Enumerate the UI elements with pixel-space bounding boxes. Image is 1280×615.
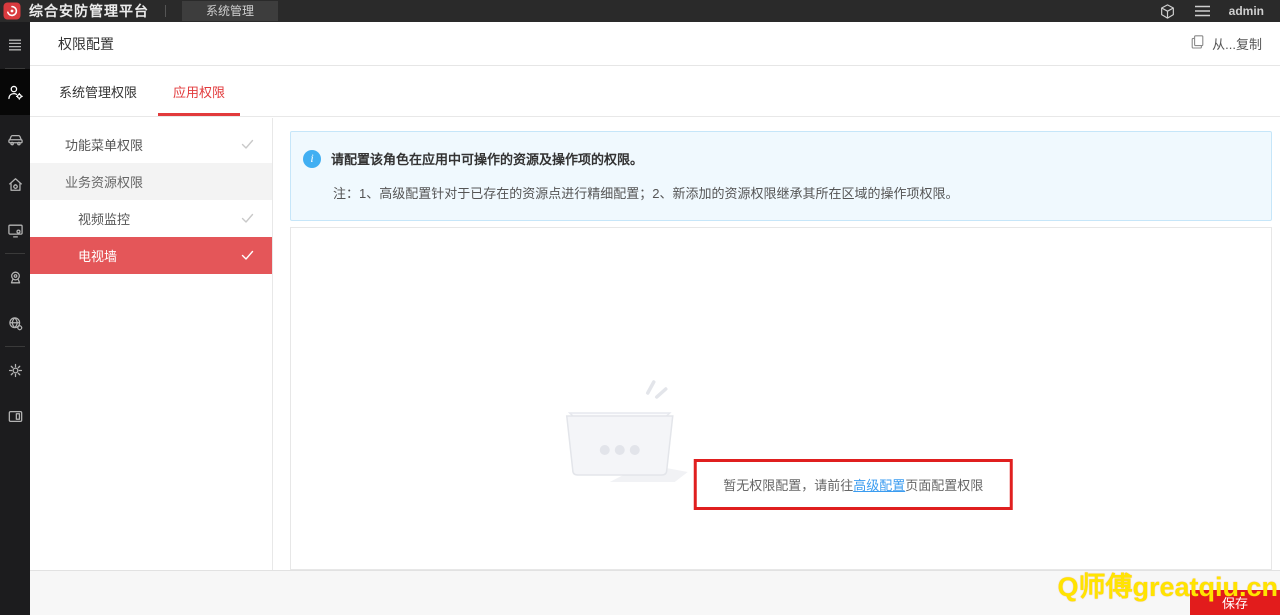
tree-item-label: 功能菜单权限 xyxy=(65,135,143,154)
empty-text-prefix: 暂无权限配置，请前往 xyxy=(723,478,853,493)
content-area: i 请配置该角色在应用中可操作的资源及操作项的权限。 注：1、高级配置针对于已存… xyxy=(273,118,1280,570)
rail-settings-gear-icon[interactable] xyxy=(0,347,30,393)
copy-from-label: 从...复制 xyxy=(1212,34,1262,53)
permission-tree: 功能菜单权限 业务资源权限 视频监控 电视墙 xyxy=(30,118,273,570)
tree-item-business-resource-permissions[interactable]: 业务资源权限 xyxy=(30,163,272,200)
copy-document-icon xyxy=(1190,34,1205,53)
topbar-divider xyxy=(165,5,166,17)
empty-text-suffix: 页面配置权限 xyxy=(905,478,983,493)
main-area: 权限配置 从...复制 系统管理权限 应用权限 功能菜单权限 xyxy=(30,22,1280,615)
rail-menu-list-icon[interactable] xyxy=(0,22,30,68)
permission-panel: 暂无权限配置，请前往高级配置页面配置权限 xyxy=(290,227,1272,570)
tree-item-video-surveillance[interactable]: 视频监控 xyxy=(30,200,272,237)
rail-home-config-icon[interactable] xyxy=(0,161,30,207)
body: 功能菜单权限 业务资源权限 视频监控 电视墙 xyxy=(30,118,1280,570)
empty-open-box-illustration xyxy=(550,477,694,494)
icon-rail xyxy=(0,22,30,615)
banner-message: 请配置该角色在应用中可操作的资源及操作项的权限。 xyxy=(331,149,643,168)
check-mark-icon xyxy=(241,250,254,261)
topbar-right: admin xyxy=(1159,3,1280,20)
tree-item-function-menu-permissions[interactable]: 功能菜单权限 xyxy=(30,126,272,163)
rail-network-config-icon[interactable] xyxy=(0,300,30,346)
copy-from-button[interactable]: 从...复制 xyxy=(1190,34,1262,53)
topbar: 综合安防管理平台 系统管理 admin xyxy=(0,0,1280,22)
annotation-highlight-empty-message: 暂无权限配置，请前往高级配置页面配置权限 xyxy=(694,459,1012,510)
user-menu[interactable]: admin xyxy=(1229,4,1264,18)
rail-camera-icon[interactable] xyxy=(0,254,30,300)
page-title: 权限配置 xyxy=(58,34,114,54)
info-banner: i 请配置该角色在应用中可操作的资源及操作项的权限。 注：1、高级配置针对于已存… xyxy=(290,131,1272,221)
rail-video-wall-icon[interactable] xyxy=(0,393,30,439)
rail-user-role-icon[interactable] xyxy=(0,69,30,115)
topbar-tab-system-management[interactable]: 系统管理 xyxy=(182,1,278,21)
save-button[interactable]: 保存 xyxy=(1190,590,1280,615)
cube-icon[interactable] xyxy=(1159,3,1176,20)
tree-item-label: 视频监控 xyxy=(78,209,130,228)
info-circle-icon: i xyxy=(303,150,321,168)
tab-application-permissions[interactable]: 应用权限 xyxy=(158,66,240,116)
hamburger-menu-icon[interactable] xyxy=(1194,4,1211,18)
check-mark-icon xyxy=(241,139,254,150)
tree-item-tv-wall[interactable]: 电视墙 xyxy=(30,237,272,274)
page-header: 权限配置 从...复制 xyxy=(30,22,1280,66)
app-title: 综合安防管理平台 xyxy=(29,1,149,21)
app-logo-icon xyxy=(3,2,21,20)
banner-note: 注：1、高级配置针对于已存在的资源点进行精细配置；2、新添加的资源权限继承其所在… xyxy=(333,183,1251,202)
rail-vehicle-icon[interactable] xyxy=(0,115,30,161)
tree-item-label: 业务资源权限 xyxy=(65,172,143,191)
rail-monitor-config-icon[interactable] xyxy=(0,207,30,253)
tab-bar: 系统管理权限 应用权限 xyxy=(30,66,1280,117)
tree-item-label: 电视墙 xyxy=(78,246,117,265)
tab-system-management-permissions[interactable]: 系统管理权限 xyxy=(44,66,152,116)
app-root: 综合安防管理平台 系统管理 admin xyxy=(0,0,1280,615)
advanced-config-link[interactable]: 高级配置 xyxy=(853,478,905,493)
footer-bar: 保存 xyxy=(30,570,1280,615)
check-mark-icon xyxy=(241,213,254,224)
empty-state: 暂无权限配置，请前往高级配置页面配置权限 xyxy=(550,380,1013,510)
